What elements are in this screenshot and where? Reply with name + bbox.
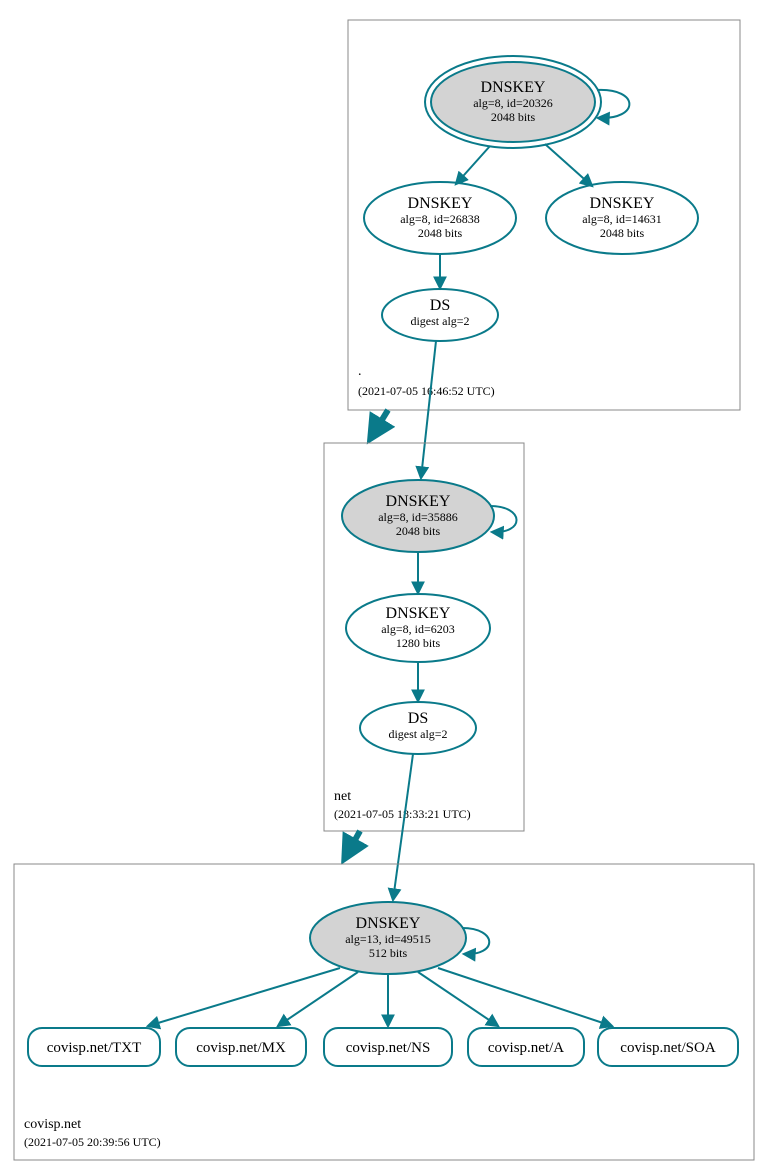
zone-net: net (2021-07-05 18:33:21 UTC) DNSKEY alg… (324, 443, 524, 831)
node-root-zsk1: DNSKEY alg=8, id=26838 2048 bits (364, 182, 516, 254)
node-covisp-ksk: DNSKEY alg=13, id=49515 512 bits (310, 902, 489, 974)
svg-text:DS: DS (408, 710, 428, 727)
zone-root: . (2021-07-05 16:46:52 UTC) DNSKEY alg=8… (348, 20, 740, 410)
svg-text:2048 bits: 2048 bits (491, 110, 536, 124)
svg-text:digest alg=2: digest alg=2 (410, 314, 469, 328)
zone-net-ts: (2021-07-05 18:33:21 UTC) (334, 807, 471, 821)
svg-text:DS: DS (430, 297, 450, 314)
svg-text:2048 bits: 2048 bits (418, 226, 463, 240)
svg-text:covisp.net/MX: covisp.net/MX (196, 1040, 286, 1056)
rr-a: covisp.net/A (468, 1028, 584, 1066)
svg-text:digest alg=2: digest alg=2 (388, 727, 447, 741)
svg-text:covisp.net/TXT: covisp.net/TXT (47, 1040, 142, 1056)
svg-text:DNSKEY: DNSKEY (386, 493, 451, 510)
svg-text:alg=8, id=20326: alg=8, id=20326 (473, 96, 553, 110)
zone-root-name: . (358, 364, 362, 379)
svg-text:alg=13, id=49515: alg=13, id=49515 (345, 932, 431, 946)
svg-text:DNSKEY: DNSKEY (408, 195, 473, 212)
svg-text:covisp.net/A: covisp.net/A (488, 1040, 564, 1056)
svg-text:alg=8, id=14631: alg=8, id=14631 (582, 212, 662, 226)
zone-covisp-ts: (2021-07-05 20:39:56 UTC) (24, 1135, 161, 1149)
svg-text:DNSKEY: DNSKEY (590, 195, 655, 212)
svg-text:alg=8, id=26838: alg=8, id=26838 (400, 212, 480, 226)
zone-covisp: covisp.net (2021-07-05 20:39:56 UTC) DNS… (14, 864, 754, 1160)
svg-text:alg=8, id=35886: alg=8, id=35886 (378, 510, 458, 524)
zone-root-ts: (2021-07-05 16:46:52 UTC) (358, 384, 495, 398)
node-root-zsk2: DNSKEY alg=8, id=14631 2048 bits (546, 182, 698, 254)
dnssec-chain-diagram: . (2021-07-05 16:46:52 UTC) DNSKEY alg=8… (0, 0, 767, 1173)
svg-text:512 bits: 512 bits (369, 946, 408, 960)
svg-text:covisp.net/SOA: covisp.net/SOA (620, 1040, 716, 1056)
svg-text:DNSKEY: DNSKEY (481, 79, 546, 96)
rr-txt: covisp.net/TXT (28, 1028, 160, 1066)
zone-net-name: net (334, 789, 351, 804)
svg-text:alg=8, id=6203: alg=8, id=6203 (381, 622, 455, 636)
svg-text:2048 bits: 2048 bits (600, 226, 645, 240)
node-net-ksk: DNSKEY alg=8, id=35886 2048 bits (342, 480, 517, 552)
svg-text:1280 bits: 1280 bits (396, 636, 441, 650)
zone-covisp-name: covisp.net (24, 1117, 81, 1132)
svg-text:DNSKEY: DNSKEY (386, 605, 451, 622)
svg-text:covisp.net/NS: covisp.net/NS (346, 1040, 431, 1056)
node-root-ds: DS digest alg=2 (382, 289, 498, 341)
rr-soa: covisp.net/SOA (598, 1028, 738, 1066)
node-root-ksk: DNSKEY alg=8, id=20326 2048 bits (425, 56, 629, 148)
rr-ns: covisp.net/NS (324, 1028, 452, 1066)
rr-mx: covisp.net/MX (176, 1028, 306, 1066)
node-net-zsk: DNSKEY alg=8, id=6203 1280 bits (346, 594, 490, 662)
svg-text:DNSKEY: DNSKEY (356, 915, 421, 932)
svg-text:2048 bits: 2048 bits (396, 524, 441, 538)
node-net-ds: DS digest alg=2 (360, 702, 476, 754)
